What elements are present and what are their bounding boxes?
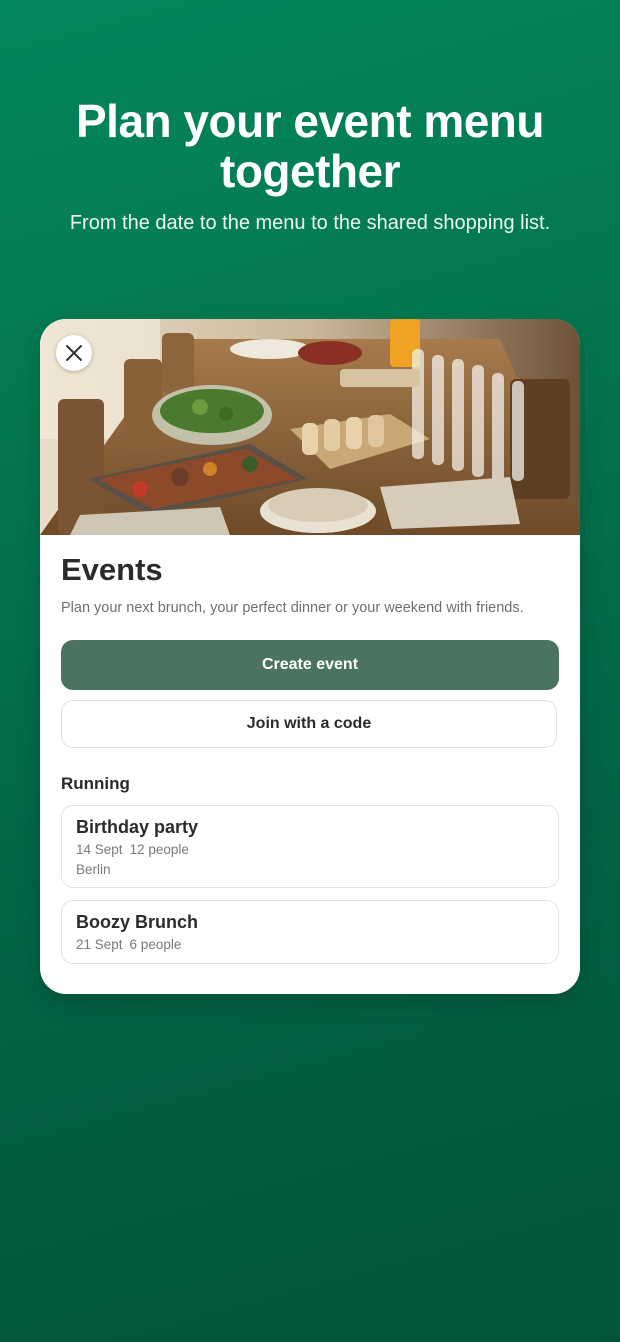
hero-title: Plan your event menu together [75,95,545,197]
event-name: Birthday party [76,817,199,837]
close-button[interactable] [56,335,92,371]
create-event-button[interactable]: Create event [61,640,559,690]
hero-subtitle: From the date to the menu to the shared … [69,212,551,234]
section-description: Plan your next brunch, your perfect dinn… [61,600,524,616]
event-people: 6 people [129,937,182,952]
event-people: 12 people [129,842,189,857]
event-location: Berlin [76,862,111,877]
events-card: Events Plan your next brunch, your perfe… [40,319,580,994]
event-name: Boozy Brunch [76,912,199,932]
event-table-photo [40,319,580,535]
section-title: Events [61,552,163,587]
event-item-boozy-brunch[interactable]: Boozy Brunch 21 Sept 6 people [61,900,559,964]
event-meta: 21 Sept 6 people [76,936,181,954]
event-item-birthday-party[interactable]: Birthday party 14 Sept 12 people Berlin [61,805,559,888]
event-meta: 14 Sept 12 people [76,841,189,859]
close-icon [66,345,82,361]
event-date: 14 Sept [76,842,123,857]
event-date: 21 Sept [76,937,123,952]
join-with-code-button[interactable]: Join with a code [61,700,557,748]
running-section-label: Running [61,774,130,793]
